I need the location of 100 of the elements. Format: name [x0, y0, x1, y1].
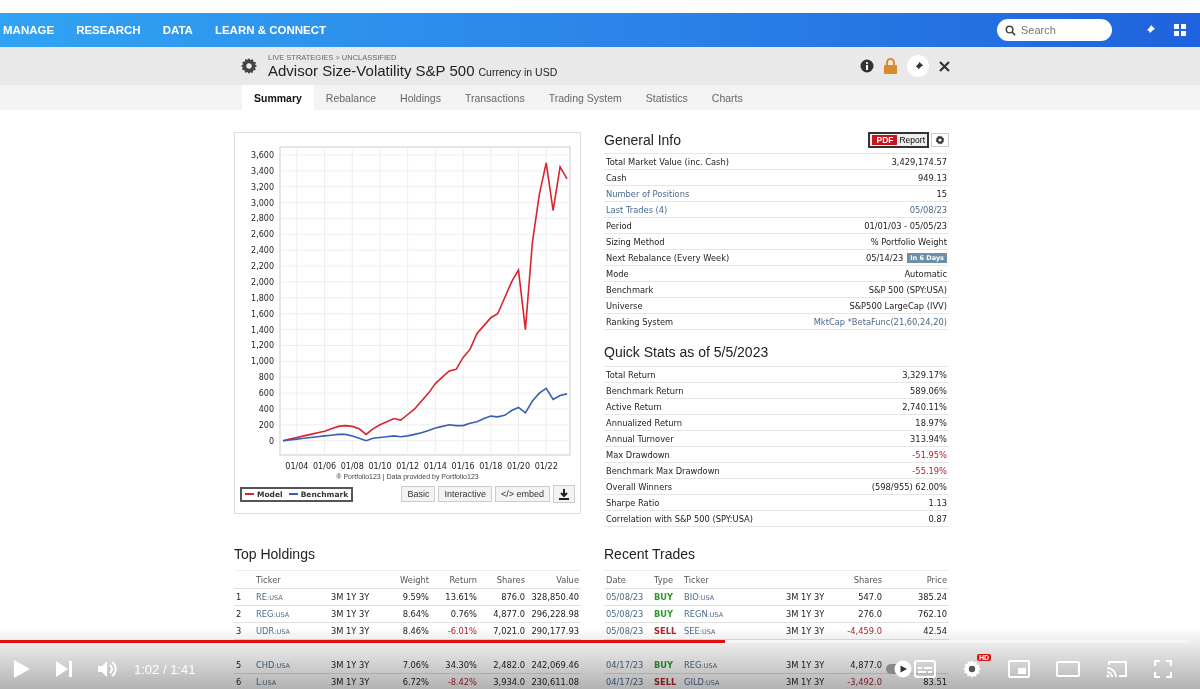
info-label: Total Market Value (inc. Cash) [606, 156, 729, 167]
y-tick-label: 800 [258, 373, 274, 383]
chart-mode-button[interactable]: Interactive [438, 486, 492, 502]
trade-date-link[interactable]: 05/08/23 [604, 592, 652, 602]
stat-value: 18.97% [915, 417, 947, 428]
period-links[interactable]: 3M 1Y 3Y [784, 609, 844, 619]
stat-value: 3,329.17% [902, 369, 947, 380]
autoplay-toggle-icon[interactable] [886, 660, 912, 678]
x-tick-label: 01/06 [313, 462, 337, 471]
search-field[interactable]: Search [997, 19, 1112, 41]
table-cell-text: 1 [235, 592, 243, 602]
stat-value: 0.87 [928, 513, 947, 524]
video-time: 1:02 / 1:41 [134, 661, 196, 677]
stat-value: 2,740.11% [902, 401, 947, 412]
y-tick-label: 1,200 [251, 341, 274, 351]
info-value: Automatic [904, 268, 947, 279]
y-tick-label: 1,600 [251, 309, 274, 319]
chart-mode-button[interactable]: Basic [401, 486, 436, 502]
table-cell-text: -6.01% [446, 626, 478, 636]
settings-button[interactable] [931, 133, 949, 147]
table-cell-text: 547.0 [857, 592, 883, 602]
table-cell-text: 7.06% [401, 660, 430, 670]
tab[interactable]: Statistics [633, 85, 700, 110]
period-links[interactable]: 3M 1Y 3Y [329, 677, 389, 687]
table-cell-text: 7,021.0 [492, 626, 526, 636]
table-cell-text: 0.76% [449, 609, 478, 619]
tab[interactable]: Charts [699, 85, 755, 110]
info-label: Mode [606, 268, 629, 279]
download-button[interactable] [553, 485, 575, 503]
info-value[interactable]: MktCap *BetaFunc(21,60,24,20) [813, 316, 947, 327]
stat-label: Benchmark Max Drawdown [606, 465, 720, 476]
tab[interactable]: Transactions [452, 85, 537, 110]
grid-icon[interactable] [1174, 24, 1186, 36]
stat-label: Sharpe Ratio [606, 497, 660, 508]
table-cell-text: 4,877.0 [492, 609, 526, 619]
stat-label: Total Return [606, 369, 656, 380]
trade-type: BUY [653, 592, 675, 602]
settings-icon[interactable] [962, 659, 982, 679]
table-cell: 762.10 [917, 609, 947, 619]
info-value: 3,429,174.57 [891, 156, 947, 167]
pin-button[interactable] [907, 55, 929, 77]
info-value[interactable]: 05/08/23 [909, 204, 947, 215]
table-cell-text: 2 [235, 609, 243, 619]
table-cell: 42.54 [923, 626, 947, 636]
period-links[interactable]: 3M 1Y 3Y [784, 677, 844, 687]
trade-type: BUY [653, 609, 675, 619]
trade-date-link[interactable]: 04/17/23 [604, 677, 652, 687]
chart-mode-button[interactable]: </> embed [494, 486, 550, 502]
period-links[interactable]: 3M 1Y 3Y [329, 660, 389, 670]
table-cell-text: 230,611.08 [530, 677, 580, 687]
info-link[interactable]: Last Trades (4) [606, 204, 668, 215]
pdf-report-button[interactable]: PDF Report [868, 132, 929, 148]
y-tick-label: 2,800 [251, 214, 274, 224]
table-cell-text: -8.42% [446, 677, 478, 687]
stat-label: Max Drawdown [606, 449, 670, 460]
y-tick-label: 200 [258, 420, 274, 430]
table-cell-text: -3,492.0 [846, 677, 883, 687]
trade-date-link[interactable]: 05/08/23 [604, 609, 652, 619]
table-cell-text: 6 [235, 677, 243, 687]
y-tick-label: 2,200 [251, 262, 274, 272]
y-tick-label: 600 [258, 389, 274, 399]
section-title: Top Holdings [234, 546, 316, 562]
info-label: Cash [606, 172, 627, 183]
period-links[interactable]: 3M 1Y 3Y [329, 609, 389, 619]
progress-bar[interactable] [0, 640, 1188, 643]
stat-value: 1.13 [928, 497, 947, 508]
tab[interactable]: Trading System [536, 85, 634, 110]
tab[interactable]: Rebalance [313, 85, 389, 110]
y-tick-label: 1,400 [251, 325, 274, 335]
tab[interactable]: Holdings [388, 85, 453, 110]
table-cell-text: 276.0 [857, 609, 883, 619]
trade-date-link[interactable]: 04/17/23 [604, 660, 652, 670]
y-tick-label: 1,800 [251, 293, 274, 303]
info-value: S&P500 LargeCap (IVV) [849, 300, 947, 311]
column-header: Ticker [683, 574, 710, 585]
info-link[interactable]: Number of Positions [606, 188, 690, 199]
column-header: Return [448, 574, 478, 585]
info-label: Universe [606, 300, 643, 311]
table-cell-text: 9.59% [401, 592, 430, 602]
column-header: Date [605, 574, 627, 585]
info-label: Next Rebalance (Every Week) [606, 252, 730, 263]
section-title: General Info [604, 132, 682, 148]
stat-label: Correlation with S&P 500 (SPY:USA) [606, 513, 753, 524]
info-icon[interactable] [860, 59, 874, 73]
period-links[interactable]: 3M 1Y 3Y [784, 592, 844, 602]
tab[interactable]: Summary [242, 85, 314, 110]
x-tick-label: 01/20 [507, 462, 531, 471]
period-links[interactable]: 3M 1Y 3Y [784, 660, 844, 670]
period-links[interactable]: 3M 1Y 3Y [329, 592, 389, 602]
x-tick-label: 01/10 [368, 462, 392, 471]
stat-label: Benchmark Return [606, 385, 684, 396]
gear-icon[interactable] [240, 57, 258, 75]
info-value: 949.13 [917, 172, 947, 183]
x-tick-label: 01/18 [479, 462, 503, 471]
x-tick-label: 01/04 [285, 462, 309, 471]
info-value: 05/14/23 [865, 252, 904, 263]
close-icon[interactable] [939, 60, 950, 72]
gear-icon [935, 135, 945, 145]
table-cell-text: 4,877.0 [849, 660, 883, 670]
y-tick-label: 3,400 [251, 166, 274, 176]
